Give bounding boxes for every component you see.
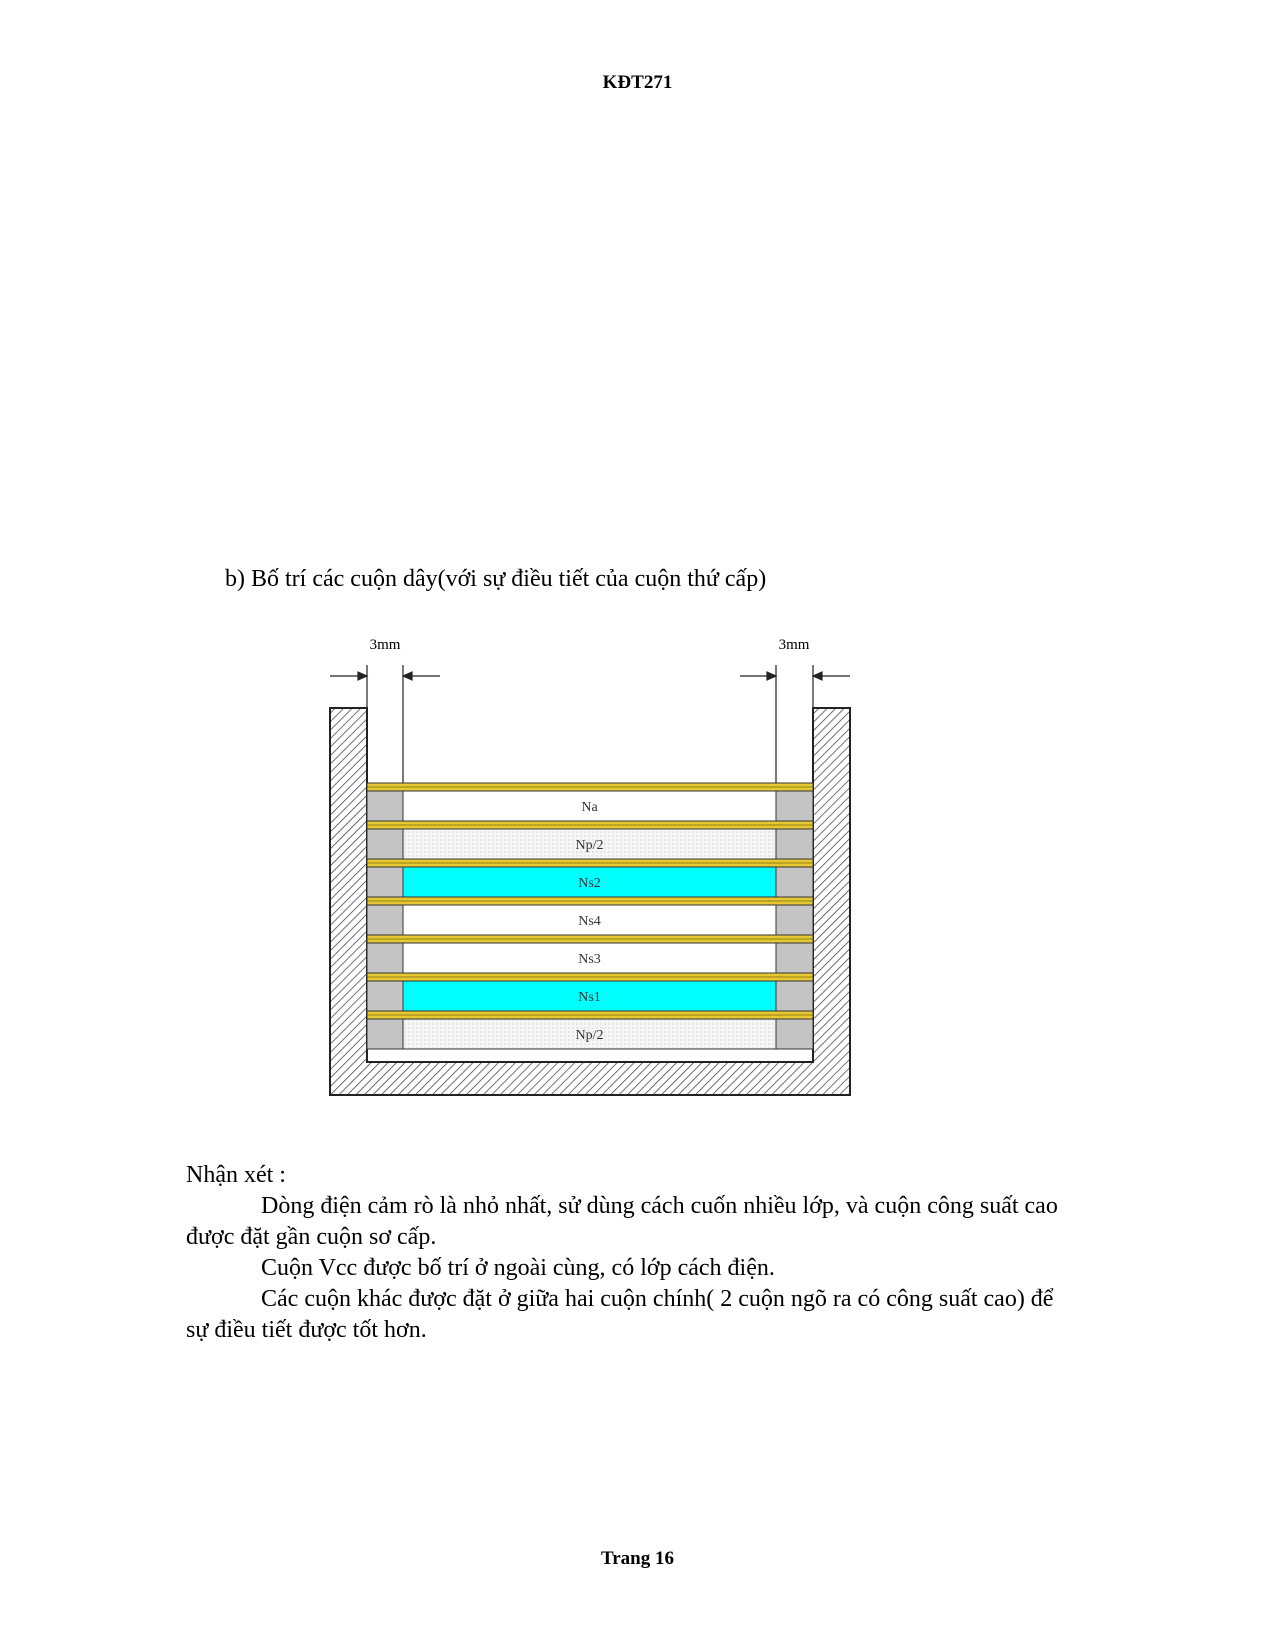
remarks-section: Nhận xét : Dòng điện cảm rò là nhỏ nhất,… — [186, 1160, 1071, 1346]
margin-spacer-right — [775, 904, 814, 936]
margin-spacer-right — [775, 1018, 814, 1050]
winding-layers: Na Np/2 Ns2 Ns4 Ns3 Ns1 Np/2 — [366, 782, 814, 1050]
margin-spacer-left — [366, 1018, 404, 1050]
winding-label: Ns1 — [578, 990, 601, 1005]
bobbin-cross-section: 3mm 3mm Na Np/2 Ns2 Ns4 Ns3 Ns1 Np/2 — [329, 637, 851, 1096]
winding-label: Na — [581, 800, 598, 815]
page-number-footer: Trang 16 — [600, 1548, 674, 1569]
margin-spacer-right — [775, 790, 814, 822]
margin-spacer-right — [775, 866, 814, 898]
margin-spacer-left — [366, 790, 404, 822]
dimension-label-right: 3mm — [779, 637, 810, 653]
document-code-header: KĐT271 — [602, 72, 673, 93]
winding-label: Ns2 — [578, 876, 601, 891]
section-heading: b) Bố trí các cuộn dây(với sự điều tiết … — [225, 566, 767, 592]
remark-paragraph-3: Các cuộn khác được đặt ở giữa hai cuộn c… — [186, 1286, 1054, 1343]
dimension-label-left: 3mm — [370, 637, 401, 653]
winding-label: Np/2 — [576, 838, 604, 853]
margin-spacer-right — [775, 828, 814, 860]
margin-spacer-left — [366, 942, 404, 974]
winding-label: Ns3 — [578, 952, 601, 967]
winding-label: Ns4 — [578, 914, 601, 929]
margin-spacer-left — [366, 828, 404, 860]
winding-arrangement-figure: 3mm 3mm Na Np/2 Ns2 Ns4 Ns3 Ns1 Np/2 — [320, 630, 920, 1150]
remark-paragraph-2: Cuộn Vcc được bố trí ở ngoài cùng, có lớ… — [261, 1255, 775, 1281]
margin-spacer-left — [366, 866, 404, 898]
margin-spacer-left — [366, 904, 404, 936]
remarks-title: Nhận xét : — [186, 1162, 286, 1188]
margin-spacer-right — [775, 980, 814, 1012]
margin-spacer-right — [775, 942, 814, 974]
winding-label: Np/2 — [576, 1028, 604, 1043]
margin-spacer-left — [366, 980, 404, 1012]
remark-paragraph-1: Dòng điện cảm rò là nhỏ nhất, sử dùng cá… — [186, 1193, 1058, 1250]
